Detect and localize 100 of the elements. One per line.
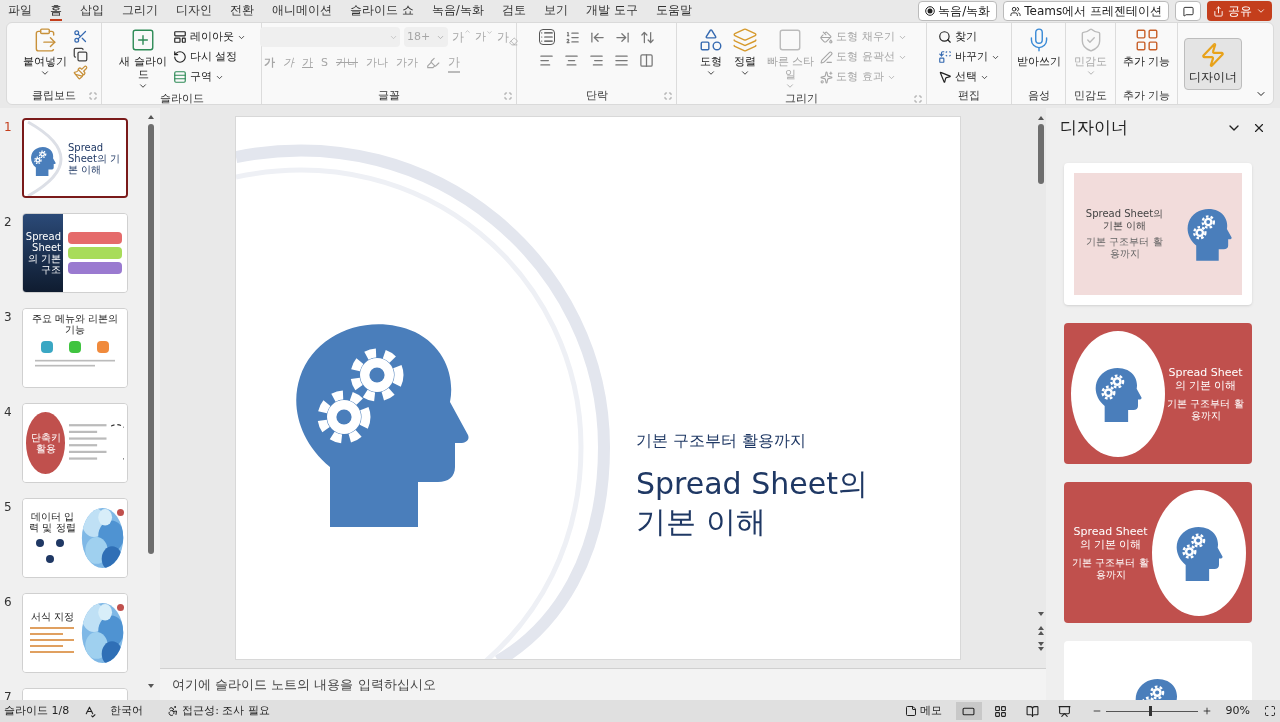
ribbon-tab[interactable]: 개발 도구 xyxy=(585,1,638,21)
align-right-icon[interactable] xyxy=(588,53,604,68)
slide-number: 2 xyxy=(4,214,13,231)
design-title: Spread Sheet의 기본 이해 xyxy=(1084,208,1165,232)
pane-title: 디자이너 xyxy=(1060,116,1128,140)
design-option[interactable]: Spread Sheet의 기본 이해 기본 구조부터 활용까지 xyxy=(1064,163,1252,305)
ribbon-tab[interactable]: 삽입 xyxy=(80,1,104,21)
cut-icon[interactable] xyxy=(72,29,88,44)
zoom-level[interactable]: 90% xyxy=(1225,702,1250,720)
slide-thumbnail[interactable]: 주요 메뉴와 리본의 기능 xyxy=(22,308,128,388)
comment-icon xyxy=(1182,5,1194,17)
dashed-arc-drawing xyxy=(110,423,124,463)
notes-button[interactable]: 메모 xyxy=(904,702,942,720)
reset-button[interactable]: 다시 설정 xyxy=(173,47,246,67)
slide-count: 슬라이드 1/8 xyxy=(4,702,70,719)
ribbon-tab[interactable]: 전환 xyxy=(230,1,254,21)
text-lines-drawing xyxy=(30,625,75,656)
ribbon-tab[interactable]: 슬라이드 쇼 xyxy=(350,1,414,21)
pointer-icon xyxy=(938,70,952,84)
people-icon xyxy=(1010,5,1022,17)
ribbon-tab[interactable]: 보기 xyxy=(543,1,568,21)
feature-icon xyxy=(41,341,53,353)
slide-thumbnail[interactable]: 서식 지정 xyxy=(22,593,128,673)
designer-button[interactable]: 디자이너 xyxy=(1184,37,1242,90)
notes-field[interactable]: 여기에 슬라이드 노트의 내용을 입력하십시오 xyxy=(160,668,1046,700)
align-center-icon[interactable] xyxy=(563,53,579,68)
record-button[interactable]: 녹음/녹화 xyxy=(918,1,998,21)
zoom-in-icon[interactable] xyxy=(1201,706,1212,716)
feature-icon xyxy=(97,341,109,353)
head-gears-icon xyxy=(1093,365,1142,422)
grid-icon xyxy=(994,704,1008,718)
caret-icon xyxy=(706,68,717,78)
head-gears-icon xyxy=(30,146,56,176)
group-label: 글꼴 xyxy=(378,87,400,104)
book-icon xyxy=(1026,704,1040,718)
zoom-slider[interactable] xyxy=(1105,705,1198,717)
dictate-button[interactable]: 받아쓰기 xyxy=(1014,27,1063,68)
align-left-icon[interactable] xyxy=(538,53,554,68)
ribbon-tab[interactable]: 그리기 xyxy=(122,1,158,21)
bullets-icon[interactable] xyxy=(538,29,555,45)
comment-button[interactable] xyxy=(1175,1,1201,21)
group-label: 민감도 xyxy=(1074,87,1107,104)
presentation-icon xyxy=(1058,704,1072,718)
select-button[interactable]: 선택 xyxy=(938,67,1000,87)
ribbon-tab[interactable]: 애니메이션 xyxy=(272,1,332,21)
new-slide-button[interactable]: 새 슬라이드 xyxy=(117,27,169,91)
numbering-icon[interactable] xyxy=(564,29,580,45)
replace-button[interactable]: 바꾸기 xyxy=(938,47,1000,67)
slide-subtitle: 기본 구조부터 활용까지 xyxy=(636,430,808,452)
ribbon-tab[interactable]: 검토 xyxy=(501,1,526,21)
shapes-button[interactable]: 도형 xyxy=(696,27,727,78)
justify-icon[interactable] xyxy=(613,53,629,68)
group-label: 슬라이드 xyxy=(159,90,204,107)
design-option[interactable]: Spread Sheet의 기본 이해 기본 구조부터 활용까지 xyxy=(1064,323,1252,464)
caret-icon xyxy=(785,81,796,91)
arrange-button[interactable]: 정렬 xyxy=(730,27,761,78)
group-label: 추가 기능 xyxy=(1122,87,1171,104)
design-subtitle: 기본 구조부터 활용까지 xyxy=(1071,556,1150,581)
slide-thumbnail[interactable]: 데이터 입력 및 정렬 xyxy=(22,498,128,578)
group-label: 음성 xyxy=(1027,87,1050,104)
group-label: 그리기 xyxy=(785,90,818,107)
columns-icon[interactable] xyxy=(638,53,654,68)
replace-icon xyxy=(938,50,952,64)
ribbon-tab[interactable]: 도움말 xyxy=(655,1,692,21)
view-button[interactable] xyxy=(955,702,982,720)
slide-thumbnail[interactable]: Spread Sheet의 기본 구조 xyxy=(22,213,128,293)
design-option[interactable]: Spread Sheet의 기본 이해 기본 구조부터 활용까지 xyxy=(1064,482,1252,623)
slide-thumbnail[interactable]: Spread Sheet의 기본 이해 xyxy=(22,118,128,198)
present-in-teams-button[interactable]: Teams에서 프레젠테이션 xyxy=(1003,1,1169,21)
feature-icon xyxy=(69,341,81,353)
ribbon-tab[interactable]: 파일 xyxy=(8,1,32,21)
design-subtitle: 기본 구조부터 활용까지 xyxy=(1166,397,1245,422)
reset-icon xyxy=(173,50,187,64)
language-label[interactable]: 한국어 xyxy=(110,702,144,720)
share-button[interactable]: 공유 xyxy=(1207,1,1272,21)
paste-button[interactable]: 붙여넣기 xyxy=(20,27,69,78)
eraser-icon xyxy=(509,37,518,46)
head-gears-icon xyxy=(1174,524,1223,581)
text-lines-drawing xyxy=(69,423,107,463)
thumbnail-title: Spread Sheet의 기본 구조 xyxy=(24,231,61,275)
line-spacing-icon[interactable] xyxy=(639,29,655,45)
head-gears-icon xyxy=(1185,207,1232,261)
ribbon-tab[interactable]: 디자인 xyxy=(176,1,212,21)
thumbnail-title: 단축키 활용 xyxy=(29,432,62,454)
sparkles-icon xyxy=(820,70,834,84)
close-icon[interactable] xyxy=(1252,121,1266,135)
add-ins-button[interactable]: 추가 기능 xyxy=(1120,27,1173,68)
find-button[interactable]: 찾기 xyxy=(938,27,1000,47)
group-label: 단락 xyxy=(585,87,608,104)
highlighter-icon[interactable] xyxy=(426,56,440,70)
section-button[interactable]: 구역 xyxy=(173,67,246,87)
accessibility-button[interactable]: 접근성: 조사 필요 xyxy=(167,702,270,720)
fit-slide-icon[interactable] xyxy=(1264,705,1276,717)
copy-icon[interactable] xyxy=(72,47,88,62)
slide-number: 5 xyxy=(4,499,13,516)
slide-thumbnail[interactable]: 단축키 활용 xyxy=(22,403,128,483)
spellcheck-icon[interactable] xyxy=(83,704,97,718)
ribbon-tab[interactable]: 녹음/녹화 xyxy=(431,1,484,21)
design-title: Spread Sheet의 기본 이해 xyxy=(1167,365,1244,392)
layout-button[interactable]: 레이아웃 xyxy=(173,27,246,47)
